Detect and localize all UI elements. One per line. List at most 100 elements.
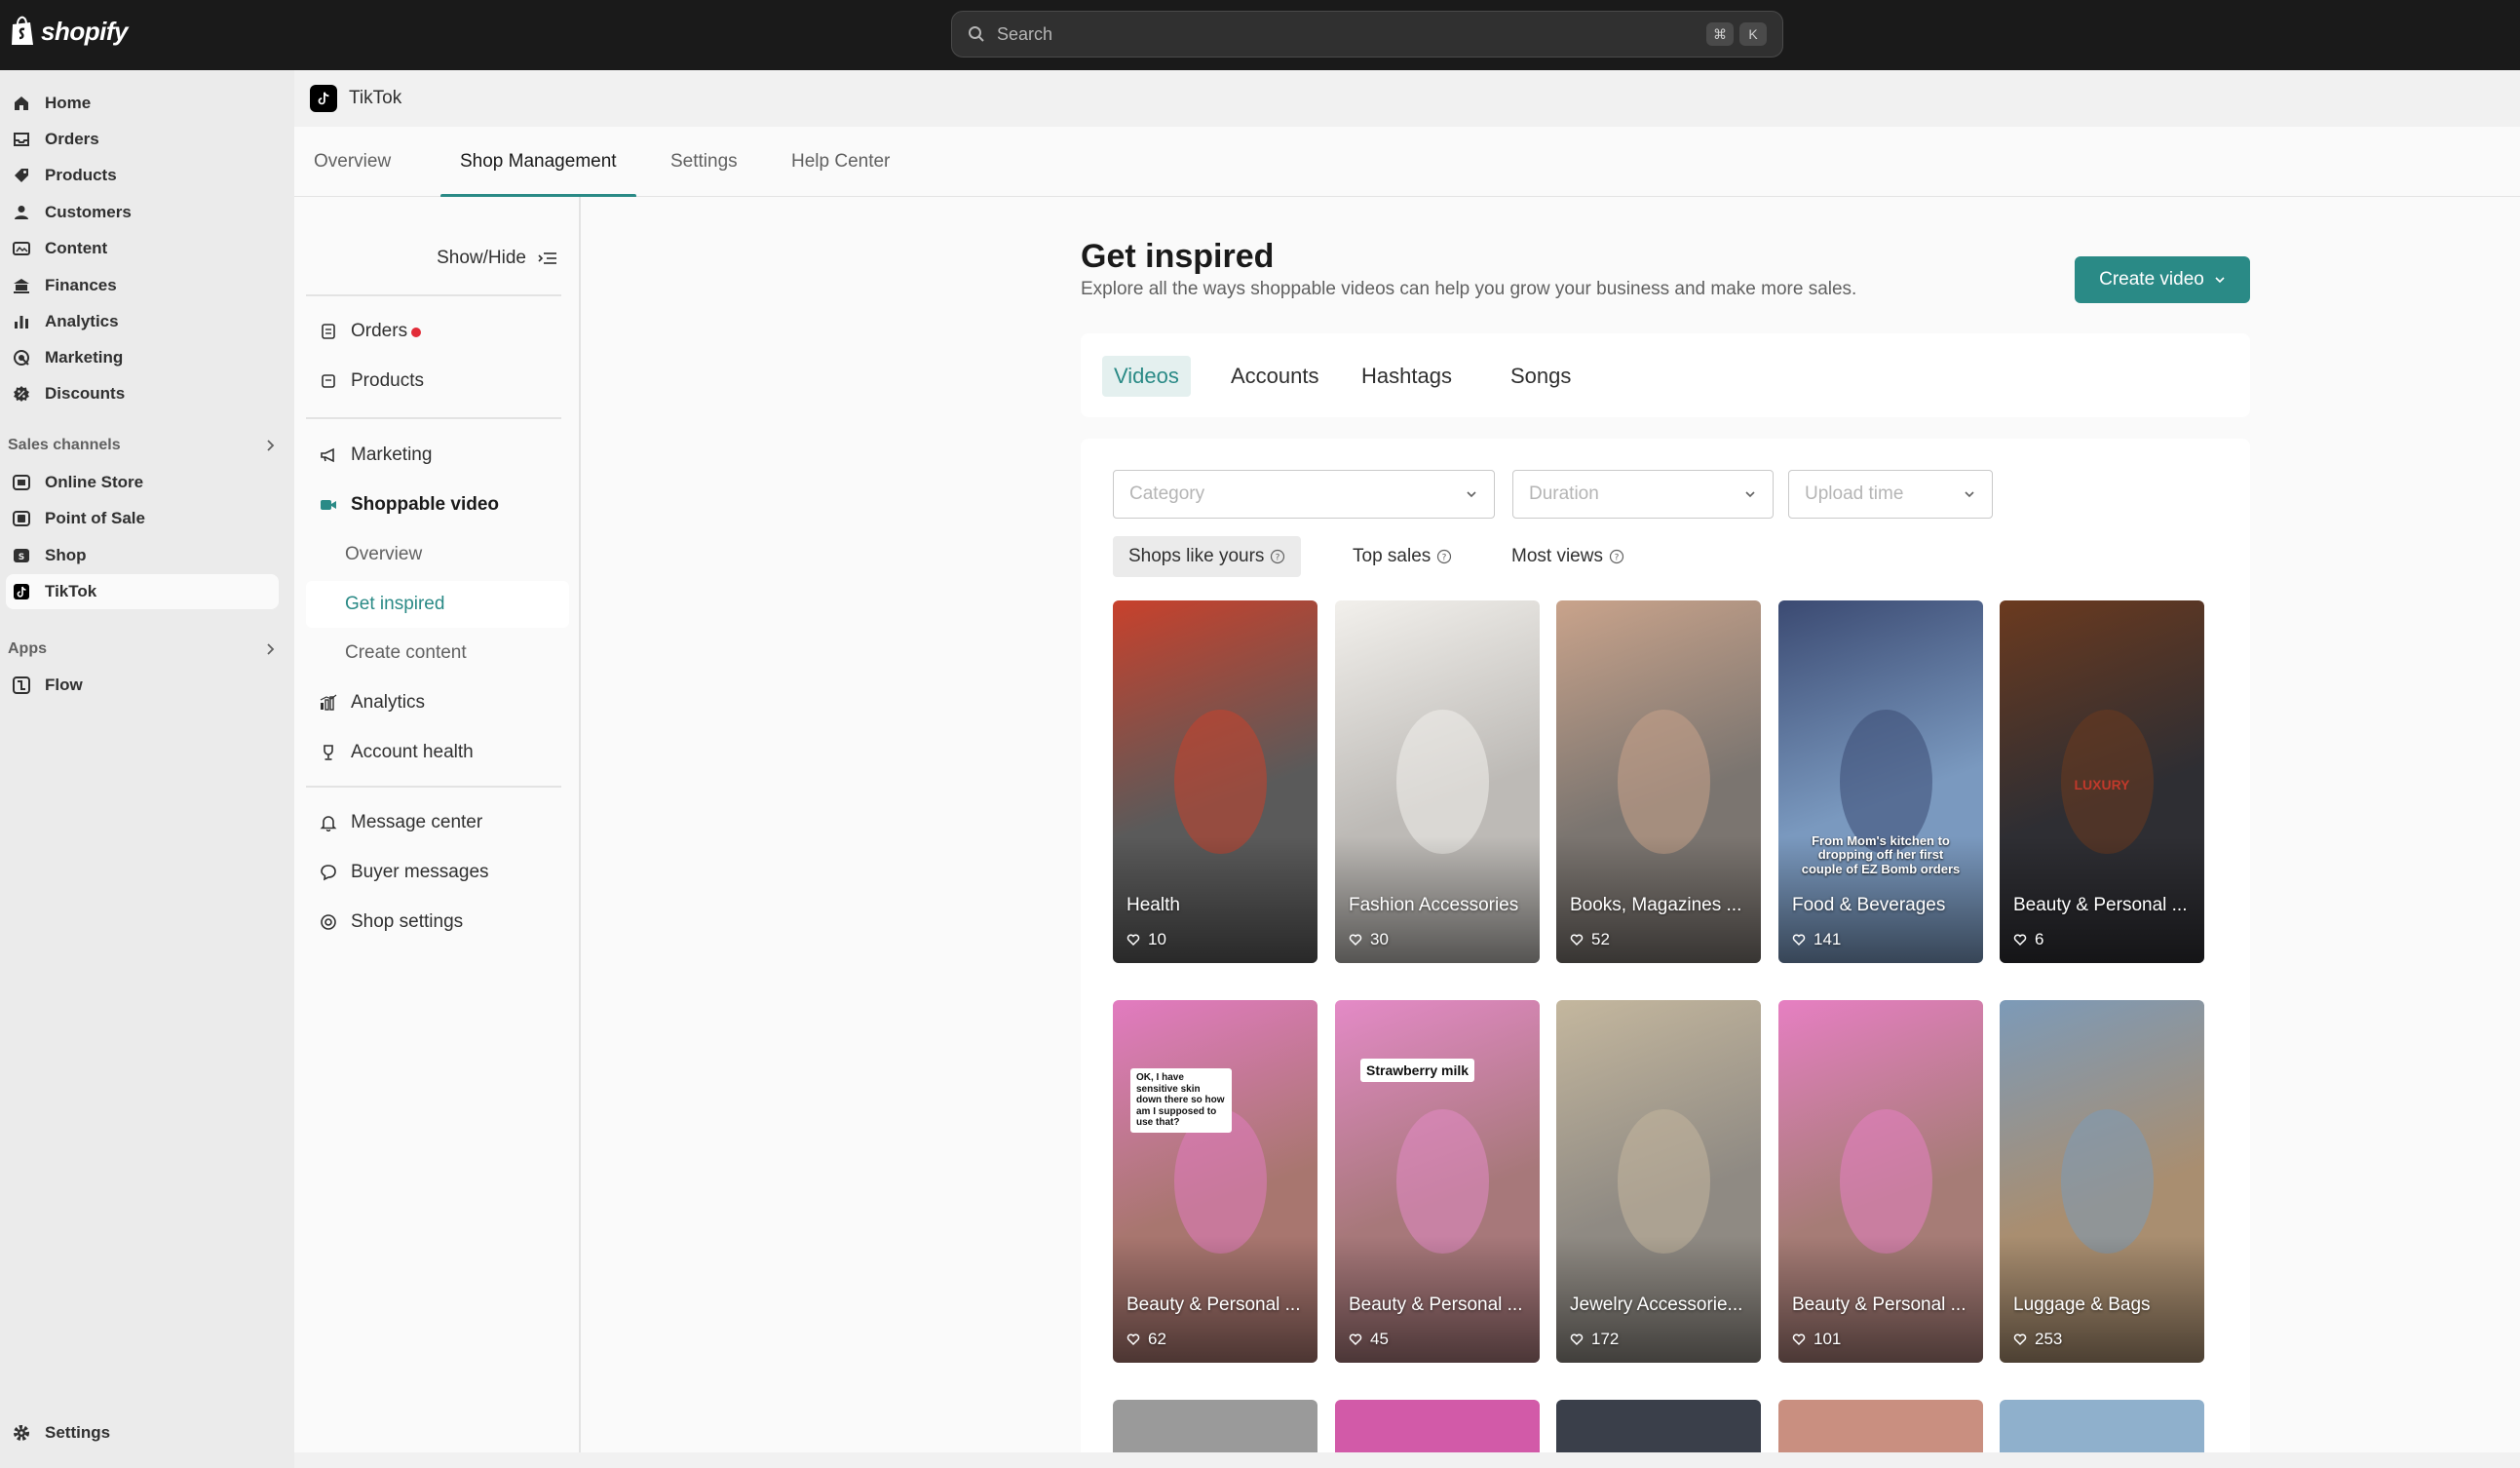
- help-icon[interactable]: ?: [1436, 549, 1452, 564]
- sidebar-item-finances[interactable]: Finances: [6, 268, 279, 303]
- video-tile[interactable]: Beauty & Personal ... 101: [1778, 1000, 1983, 1363]
- sort-most-views[interactable]: Most views ?: [1496, 536, 1640, 577]
- tab-hashtags[interactable]: Hashtags: [1350, 356, 1464, 397]
- video-tile[interactable]: [1556, 1400, 1761, 1452]
- sidebar-label-home: Home: [45, 94, 92, 112]
- video-tile[interactable]: Food & Beverages 141 From Mom's kitchen to…: [1778, 600, 1983, 963]
- sidebar-item-customers[interactable]: Customers: [6, 195, 279, 230]
- video-tile[interactable]: Fashion Accessories 30: [1335, 600, 1540, 963]
- sidebar-item-settings[interactable]: Settings: [6, 1415, 279, 1450]
- sidebar-item-discounts[interactable]: Discounts: [6, 376, 279, 411]
- help-icon[interactable]: ?: [1270, 549, 1285, 564]
- subnav-shop-settings[interactable]: Shop settings: [306, 899, 569, 946]
- subnav-marketing-label: Marketing: [351, 444, 433, 465]
- megaphone-icon: [321, 447, 334, 463]
- help-icon[interactable]: ?: [1609, 549, 1624, 564]
- video-category: Beauty & Personal ...: [1349, 1294, 1523, 1315]
- duration-dropdown[interactable]: Duration: [1512, 470, 1774, 519]
- sidebar-item-online-store[interactable]: Online Store: [6, 465, 279, 500]
- chevron-down-icon: [1965, 491, 1974, 498]
- video-likes: 52: [1570, 930, 1610, 949]
- video-camera-icon: [321, 500, 336, 510]
- create-video-label: Create video: [2099, 269, 2204, 290]
- sidebar-item-tiktok[interactable]: TikTok: [6, 574, 279, 609]
- video-tile[interactable]: Health 10: [1113, 600, 1317, 963]
- upload-time-dropdown[interactable]: Upload time: [1788, 470, 1993, 519]
- video-tile[interactable]: Beauty & Personal ... 62 OK, I have sensit…: [1113, 1000, 1317, 1363]
- search-bar[interactable]: Search ⌘ K: [951, 11, 1783, 58]
- sidebar-item-orders[interactable]: Orders: [6, 122, 279, 157]
- sidebar-item-shop[interactable]: S Shop: [6, 538, 279, 573]
- video-tile[interactable]: [2000, 1400, 2204, 1452]
- sidebar-label-finances: Finances: [45, 276, 117, 294]
- sidebar-item-home[interactable]: Home: [6, 86, 279, 121]
- video-thumbnail: [1396, 1108, 1489, 1255]
- shortcut-key-k: K: [1739, 22, 1767, 46]
- subnav-message-center[interactable]: Message center: [306, 799, 569, 846]
- app-tab-bar: Overview Shop Management Settings Help C…: [294, 127, 2520, 198]
- bank-icon: [14, 279, 29, 293]
- video-likes: 10: [1126, 930, 1166, 949]
- sort-shops-like-yours[interactable]: Shops like yours ?: [1113, 536, 1302, 577]
- chevron-down-icon: [1745, 491, 1755, 498]
- video-tile[interactable]: Books, Magazines ... 52: [1556, 600, 1761, 963]
- video-likes: 253: [2013, 1330, 2062, 1349]
- video-tile[interactable]: [1113, 1400, 1317, 1452]
- tab-help-center[interactable]: Help Center: [772, 127, 909, 197]
- tab-overview[interactable]: Overview: [294, 127, 410, 197]
- tab-accounts[interactable]: Accounts: [1219, 356, 1331, 397]
- video-caption: Strawberry milk: [1360, 1059, 1475, 1082]
- sidebar-label-flow: Flow: [45, 676, 83, 694]
- target-icon: [14, 350, 29, 366]
- svg-text:?: ?: [1442, 554, 1447, 563]
- video-tile[interactable]: Jewelry Accessorie... 172: [1556, 1000, 1761, 1363]
- sidebar-item-products[interactable]: Products: [6, 158, 279, 193]
- sort-top-sales-label: Top sales: [1353, 546, 1432, 566]
- subnav-products[interactable]: Products: [306, 358, 569, 405]
- tab-songs[interactable]: Songs: [1499, 356, 1583, 397]
- gear-icon: [14, 1425, 29, 1441]
- video-tile[interactable]: Luggage & Bags 253: [2000, 1000, 2204, 1363]
- subnav-shoppable-video[interactable]: Shoppable video: [306, 482, 569, 528]
- subnav-account-health[interactable]: Account health: [306, 729, 569, 776]
- subnav-get-inspired[interactable]: Get inspired: [306, 581, 569, 628]
- sidebar-item-point-of-sale[interactable]: Point of Sale: [6, 501, 279, 536]
- subnav-video-overview[interactable]: Overview: [306, 531, 569, 578]
- create-video-button[interactable]: Create video: [2075, 256, 2250, 303]
- app-title: TikTok: [349, 88, 402, 108]
- subnav-marketing[interactable]: Marketing: [306, 432, 569, 479]
- like-count: 45: [1370, 1330, 1389, 1348]
- video-category: Jewelry Accessorie...: [1570, 1294, 1743, 1315]
- sidebar-item-marketing[interactable]: Marketing: [6, 340, 279, 375]
- video-tile[interactable]: Beauty & Personal ... 6 LUXURY: [2000, 600, 2204, 963]
- subnav-create-content[interactable]: Create content: [306, 630, 569, 676]
- sidebar-item-analytics[interactable]: Analytics: [6, 304, 279, 339]
- sidebar-item-content[interactable]: Content: [6, 231, 279, 266]
- subnav-analytics[interactable]: Analytics: [306, 679, 569, 726]
- video-tile[interactable]: [1335, 1400, 1540, 1452]
- sidebar-item-flow[interactable]: Flow: [6, 668, 279, 703]
- comment-caption: OK, I have sensitive skin down there so …: [1130, 1068, 1232, 1133]
- subnav-buyer-messages[interactable]: Buyer messages: [306, 849, 569, 896]
- tab-settings[interactable]: Settings: [651, 127, 757, 197]
- like-count: 101: [1814, 1330, 1842, 1348]
- video-overlay-text: From Mom's kitchen to dropping off her f…: [1801, 833, 1961, 876]
- sidebar-label-analytics: Analytics: [45, 312, 119, 330]
- video-tile[interactable]: [1778, 1400, 1983, 1452]
- video-category: Food & Beverages: [1792, 895, 1946, 915]
- apps-header[interactable]: Apps: [8, 640, 277, 658]
- tab-videos[interactable]: Videos: [1102, 356, 1191, 397]
- content-area: Show/Hide Orders Products Marketing Shop…: [294, 197, 2520, 1452]
- sort-top-sales[interactable]: Top sales ?: [1337, 536, 1468, 577]
- subnav-orders[interactable]: Orders: [306, 308, 569, 355]
- video-tile[interactable]: Beauty & Personal ... 45 Strawberry milk: [1335, 1000, 1540, 1363]
- video-category: Health: [1126, 895, 1180, 915]
- sort-shops-like-yours-label: Shops like yours: [1128, 546, 1265, 566]
- sales-channels-header[interactable]: Sales channels: [8, 437, 277, 454]
- product-label-text: LUXURY: [2074, 777, 2130, 792]
- video-likes: 45: [1349, 1330, 1389, 1349]
- show-hide-toggle[interactable]: Show/Hide: [437, 248, 557, 269]
- tab-shop-management[interactable]: Shop Management: [440, 127, 636, 198]
- video-thumbnail: [1618, 709, 1710, 855]
- category-dropdown[interactable]: Category: [1113, 470, 1495, 519]
